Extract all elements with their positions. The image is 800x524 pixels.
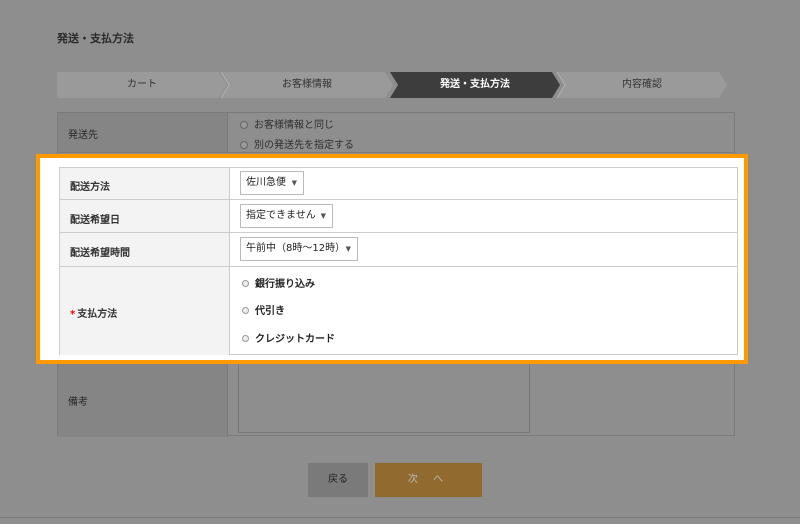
payment-option-credit-card[interactable]: クレジットカード: [242, 330, 335, 345]
shipping-payment-table: 配送方法 佐川急便 ▼ 配送希望日 指定できません ▼ 配送希望時間 午前中（8…: [59, 167, 738, 355]
delivery-method-row: 配送方法 佐川急便 ▼: [60, 168, 737, 200]
chevron-down-icon: ▼: [291, 179, 297, 187]
radio-icon: [242, 280, 249, 287]
back-button[interactable]: 戻る: [308, 463, 368, 497]
step-cart: カート: [57, 72, 227, 98]
radio-icon: [240, 121, 248, 129]
step-customer-info: お客様情報: [221, 72, 393, 98]
step-label: 発送・支払方法: [440, 79, 510, 90]
step-label: カート: [127, 79, 157, 90]
payment-option-cod[interactable]: 代引き: [242, 302, 285, 317]
next-button[interactable]: 次 へ: [375, 463, 482, 497]
step-label: お客様情報: [282, 79, 332, 90]
delivery-time-row: 配送希望時間 午前中（8時～12時） ▼: [60, 233, 737, 267]
radio-icon: [240, 141, 248, 149]
delivery-time-label: 配送希望時間: [70, 248, 130, 259]
chevron-down-icon: ▼: [320, 212, 326, 220]
radio-icon: [242, 307, 249, 314]
required-mark: *: [70, 309, 76, 320]
delivery-date-select[interactable]: 指定できません ▼: [240, 204, 333, 228]
shipping-to-row: 発送先 お客様情報と同じ 別の発送先を指定する: [58, 113, 734, 153]
checkout-steps: カート お客様情報 発送・支払方法 内容確認: [57, 72, 727, 98]
payment-option-bank-transfer[interactable]: 銀行振り込み: [242, 275, 315, 290]
shipping-to-option-other[interactable]: 別の発送先を指定する: [240, 136, 354, 151]
page-title: 発送・支払方法: [57, 32, 134, 45]
radio-icon: [242, 335, 249, 342]
step-confirm: 内容確認: [557, 72, 727, 98]
delivery-method-select[interactable]: 佐川急便 ▼: [240, 171, 304, 195]
notes-textarea[interactable]: [238, 363, 530, 433]
shipping-to-label: 発送先: [68, 130, 98, 141]
step-shipping-payment: 発送・支払方法: [390, 72, 560, 98]
delivery-time-select[interactable]: 午前中（8時～12時） ▼: [240, 237, 358, 261]
chevron-down-icon: ▼: [345, 245, 351, 253]
payment-method-label: 支払方法: [77, 309, 118, 320]
delivery-date-row: 配送希望日 指定できません ▼: [60, 200, 737, 233]
step-label: 内容確認: [622, 79, 662, 90]
delivery-date-label: 配送希望日: [70, 215, 120, 226]
highlighted-shipping-payment-panel: 配送方法 佐川急便 ▼ 配送希望日 指定できません ▼ 配送希望時間 午前中（8…: [36, 154, 748, 364]
notes-label: 備考: [68, 397, 88, 408]
shipping-to-option-same[interactable]: お客様情報と同じ: [240, 116, 334, 131]
payment-method-row: * 支払方法 銀行振り込み 代引き クレジットカード: [60, 267, 737, 355]
footer-divider: [0, 517, 800, 518]
delivery-method-label: 配送方法: [70, 182, 110, 193]
